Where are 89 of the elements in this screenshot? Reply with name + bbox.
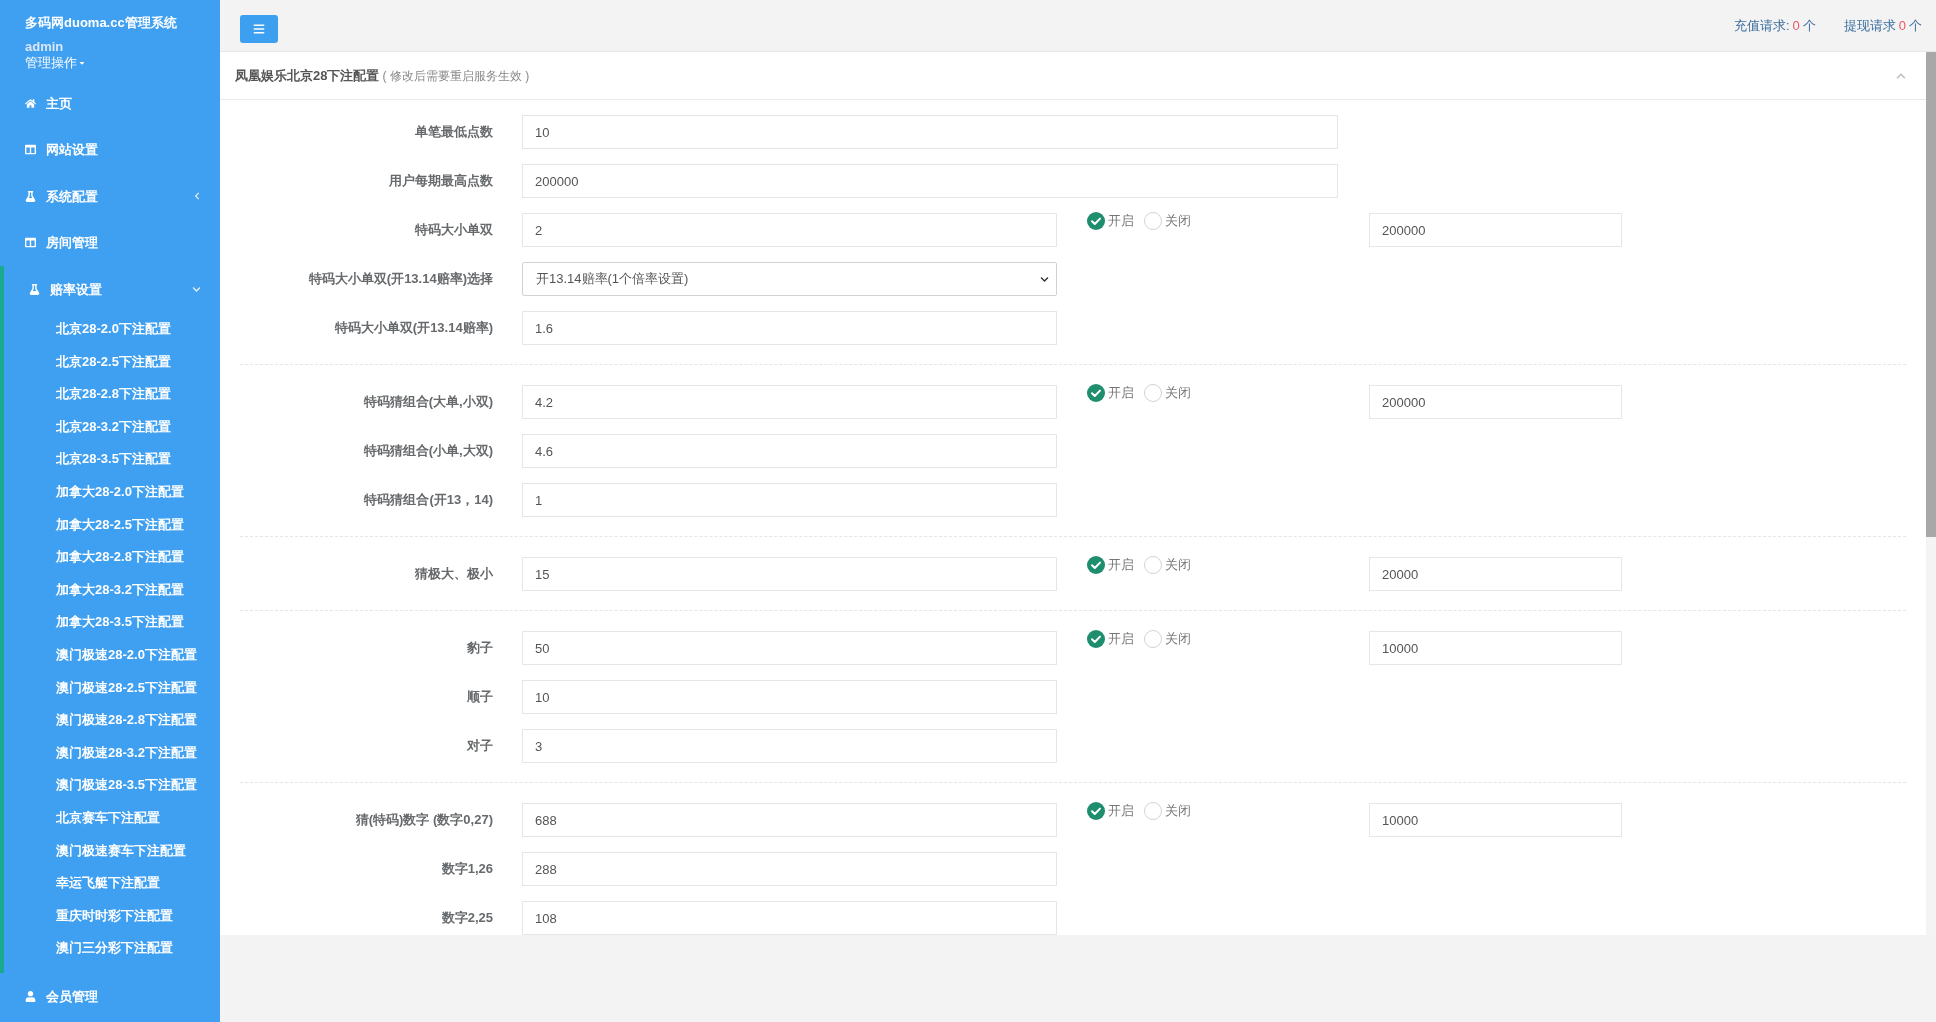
- menu-icon: [253, 22, 265, 35]
- user-menu-dropdown[interactable]: 管理操作: [25, 54, 86, 72]
- field-label: 特码猜组合(大单,小双): [363, 393, 493, 412]
- radio-option[interactable]: 开启: [1087, 212, 1134, 230]
- field-label: 猜(特码)数字 (数字0,27): [355, 811, 493, 830]
- nav-item[interactable]: 系统配置: [0, 173, 220, 220]
- submenu-item[interactable]: 加拿大28-3.2下注配置: [4, 573, 220, 606]
- text-input[interactable]: 108: [522, 901, 1057, 935]
- text-input[interactable]: 1.6: [522, 311, 1057, 345]
- submenu-item[interactable]: 加拿大28-2.8下注配置: [4, 540, 220, 574]
- flask-icon: [29, 283, 40, 295]
- field-label: 特码大小单双: [415, 221, 493, 240]
- submenu-item[interactable]: 北京28-3.5下注配置: [4, 442, 220, 476]
- text-input[interactable]: 2: [522, 213, 1057, 247]
- field-label: 猜极大、极小: [415, 565, 493, 584]
- submenu-item[interactable]: 澳门极速28-2.8下注配置: [4, 703, 220, 737]
- columns-icon: [25, 237, 36, 249]
- nav-item[interactable]: 会员管理: [0, 973, 220, 1020]
- user-icon: [25, 991, 36, 1003]
- chevron-down-icon: [1040, 274, 1049, 284]
- text-input[interactable]: 10: [522, 680, 1057, 714]
- radio-option[interactable]: 开启: [1087, 384, 1134, 402]
- text-input[interactable]: 1: [522, 483, 1057, 517]
- submenu-item[interactable]: 北京28-2.0下注配置: [4, 312, 220, 346]
- text-input[interactable]: 200000: [522, 164, 1338, 198]
- submenu-item[interactable]: 北京赛车下注配置: [4, 801, 220, 834]
- field-label: 数字2,25: [441, 909, 493, 928]
- field-label: 特码大小单双(开13.14赔率): [334, 319, 493, 338]
- limit-input[interactable]: 200000: [1369, 385, 1622, 419]
- nav-item[interactable]: 主页: [0, 80, 220, 127]
- text-input[interactable]: 4.6: [522, 434, 1057, 468]
- field-label: 特码猜组合(小单,大双): [363, 442, 493, 461]
- submenu-item[interactable]: 澳门极速28-2.5下注配置: [4, 671, 220, 704]
- submenu-item[interactable]: 澳门极速28-3.2下注配置: [4, 736, 220, 769]
- text-input[interactable]: 50: [522, 631, 1057, 665]
- limit-input[interactable]: 200000: [1369, 213, 1622, 247]
- radio-option[interactable]: 开启: [1087, 556, 1134, 574]
- submenu-item[interactable]: 北京28-3.2下注配置: [4, 410, 220, 443]
- text-input[interactable]: 288: [522, 852, 1057, 886]
- text-input[interactable]: 10: [522, 115, 1338, 149]
- radio-option[interactable]: 关闭: [1144, 802, 1191, 820]
- submenu-item[interactable]: 北京28-2.5下注配置: [4, 345, 220, 378]
- field-label: 特码猜组合(开13，14): [364, 491, 493, 510]
- caret-icon: [78, 59, 86, 67]
- flask-icon: [25, 190, 36, 202]
- limit-input[interactable]: 20000: [1369, 557, 1622, 591]
- submenu-item[interactable]: 澳门极速赛车下注配置: [4, 834, 220, 867]
- field-label: 单笔最低点数: [415, 123, 493, 142]
- submenu-item[interactable]: 加拿大28-3.5下注配置: [4, 605, 220, 639]
- user-name: admin: [25, 39, 64, 54]
- submenu-item[interactable]: 澳门三分彩下注配置: [4, 931, 220, 965]
- menu-button[interactable]: [240, 14, 278, 43]
- submenu-item[interactable]: 加拿大28-2.0下注配置: [4, 475, 220, 509]
- text-input[interactable]: 688: [522, 803, 1057, 837]
- radio-option[interactable]: 开启: [1087, 802, 1134, 820]
- radio-option[interactable]: 关闭: [1144, 384, 1191, 402]
- text-input[interactable]: 3: [522, 729, 1057, 763]
- panel-note: ( 修改后需要重启服务生效 ): [382, 67, 530, 85]
- submenu-item[interactable]: 澳门极速28-2.0下注配置: [4, 638, 220, 672]
- request-link[interactable]: 充值请求: 0 个: [1733, 15, 1816, 36]
- nav-item[interactable]: 房间管理: [0, 219, 220, 266]
- limit-input[interactable]: 10000: [1369, 803, 1622, 837]
- columns-icon: [25, 144, 36, 156]
- text-input[interactable]: 15: [522, 557, 1057, 591]
- nav-item[interactable]: 赔率设置: [4, 266, 220, 313]
- brand-title: 多码网duoma.cc管理系统: [25, 14, 177, 32]
- radio-option[interactable]: 开启: [1087, 630, 1134, 648]
- submenu-item[interactable]: 重庆时时彩下注配置: [4, 899, 220, 932]
- limit-input[interactable]: 10000: [1369, 631, 1622, 665]
- panel-title: 凤凰娱乐北京28下注配置: [235, 66, 380, 85]
- radio-option[interactable]: 关闭: [1144, 630, 1191, 648]
- submenu-item[interactable]: 北京28-2.8下注配置: [4, 377, 220, 411]
- submenu-item[interactable]: 澳门极速28-3.5下注配置: [4, 768, 220, 802]
- request-link[interactable]: 提现请求 0 个: [1843, 15, 1922, 36]
- scrollbar-thumb[interactable]: [1926, 52, 1936, 537]
- field-label: 豹子: [467, 639, 493, 658]
- radio-option[interactable]: 关闭: [1144, 212, 1191, 230]
- submenu-item[interactable]: 幸运飞艇下注配置: [4, 866, 220, 900]
- submenu-item[interactable]: 加拿大28-2.5下注配置: [4, 508, 220, 541]
- field-label: 数字1,26: [441, 860, 493, 879]
- nav-item[interactable]: 网站设置: [0, 126, 220, 173]
- home-icon: [25, 97, 36, 109]
- field-label: 特码大小单双(开13.14赔率)选择: [308, 270, 493, 289]
- select-field[interactable]: 开13.14赔率(1个倍率设置): [522, 262, 1057, 296]
- text-input[interactable]: 4.2: [522, 385, 1057, 419]
- field-label: 对子: [467, 737, 493, 756]
- radio-option[interactable]: 关闭: [1144, 556, 1191, 574]
- field-label: 用户每期最高点数: [389, 172, 493, 191]
- field-label: 顺子: [467, 688, 493, 707]
